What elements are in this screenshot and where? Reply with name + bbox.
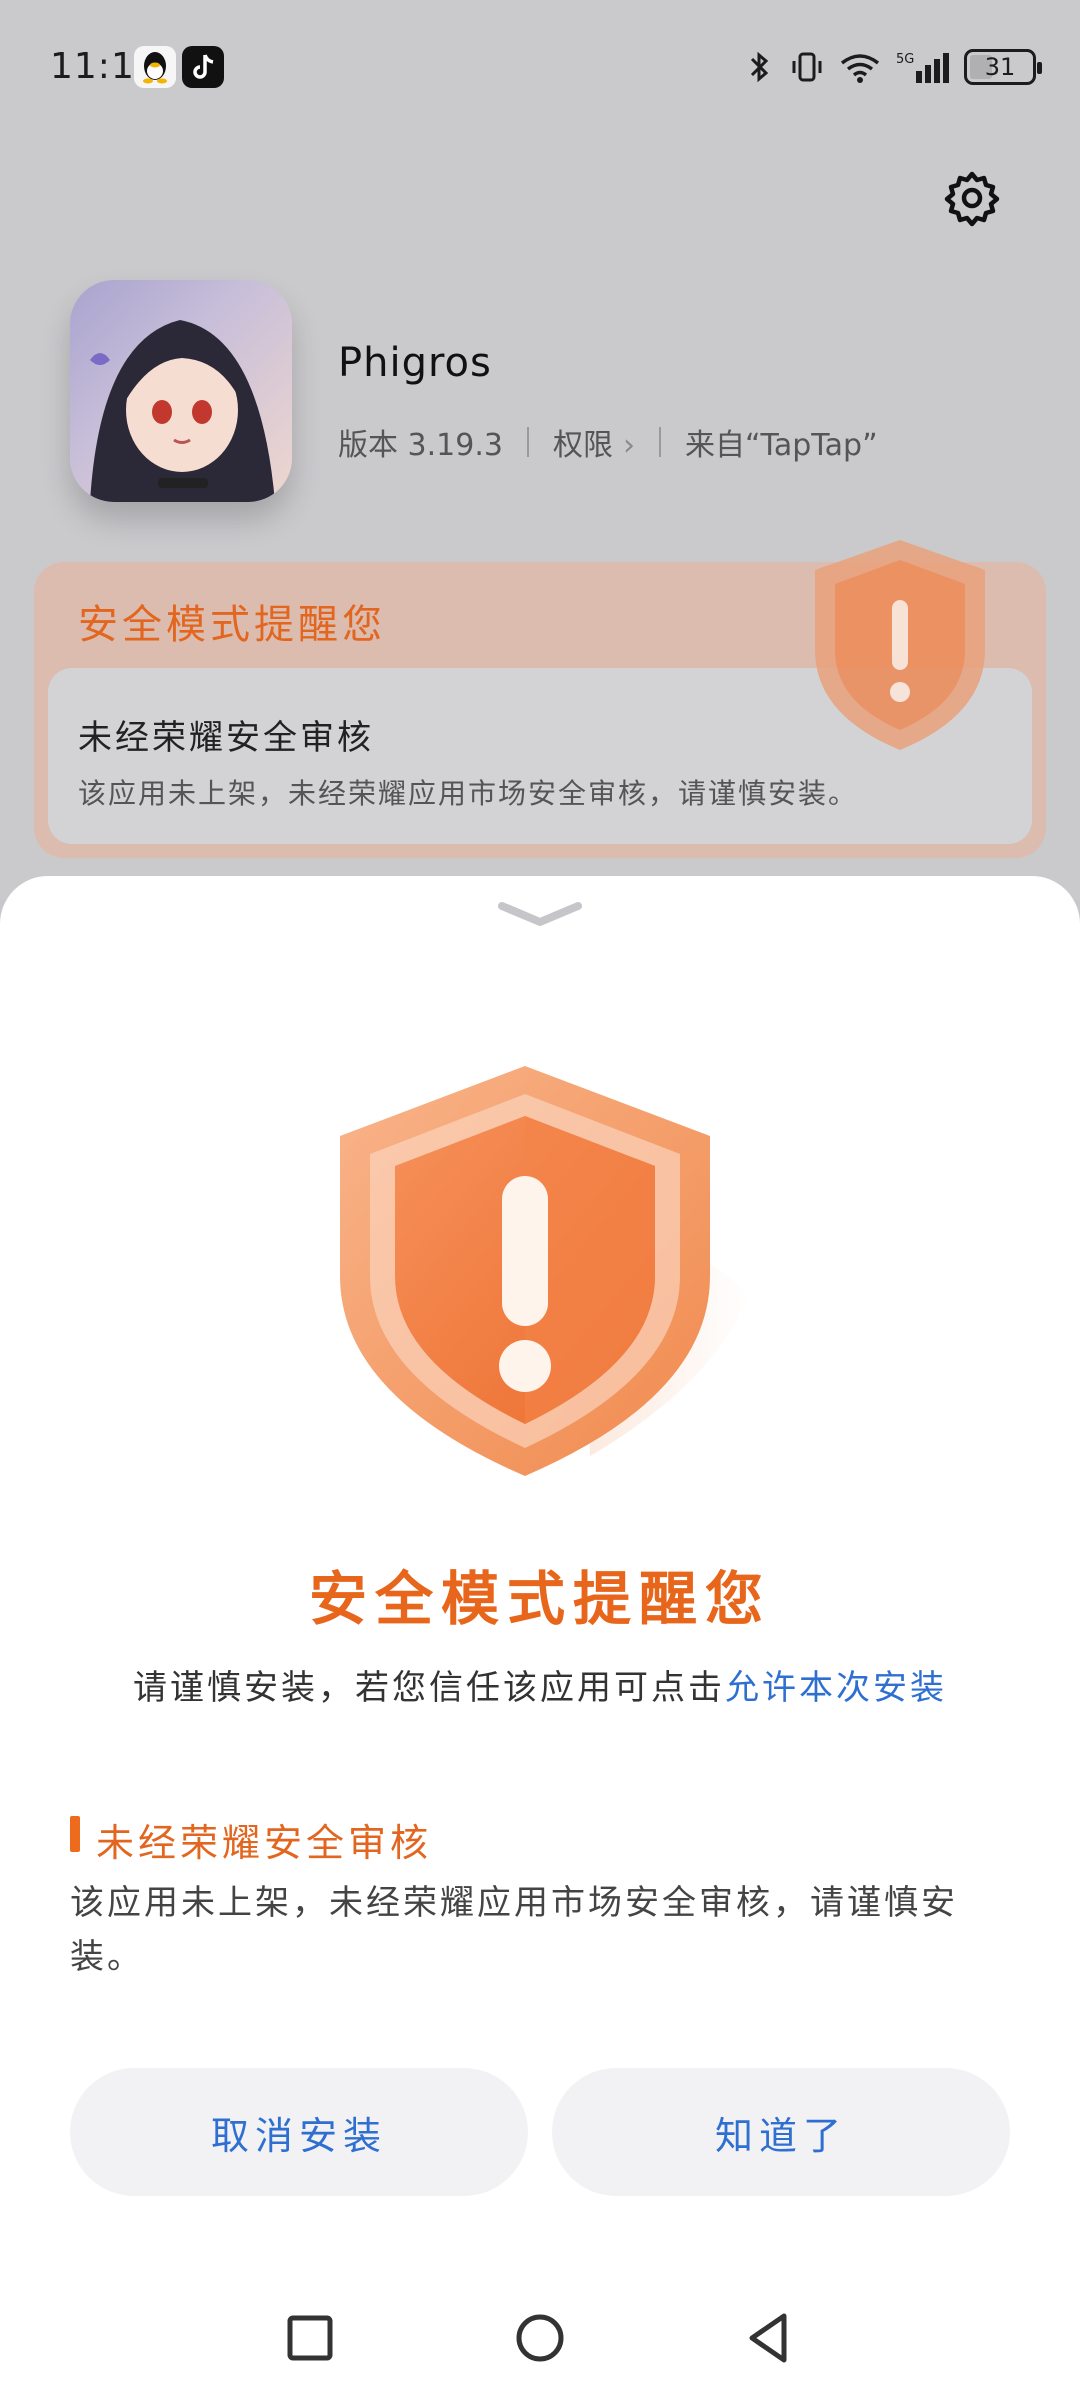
svg-text:5G: 5G <box>896 52 914 67</box>
app-source: 来自“TapTap” <box>684 428 878 463</box>
navigation-bar <box>0 2306 1080 2387</box>
warning-detail-desc: 该应用未上架，未经荣耀应用市场安全审核，请谨慎安装。 <box>78 777 859 810</box>
wifi-icon <box>840 54 880 83</box>
bluetooth-icon <box>750 51 769 83</box>
app-name: Phigros <box>338 340 492 386</box>
warning-detail-title: 未经荣耀安全审核 <box>78 718 374 758</box>
settings-gear-icon[interactable] <box>942 168 1002 228</box>
sheet-title: 安全模式提醒您 <box>308 1565 771 1633</box>
cancel-install-button[interactable]: 取消安装 <box>70 2068 528 2196</box>
home-icon[interactable] <box>508 2306 572 2370</box>
app-version: 版本 3.19.3 <box>338 428 503 463</box>
recent-apps-icon[interactable] <box>278 2306 342 2370</box>
sheet-subtitle: 请谨慎安装，若您信任该应用可点击允许本次安装 <box>0 1660 1080 1709</box>
status-bar: 11:18 5G 31 <box>0 0 1080 140</box>
chevron-right-icon: › <box>622 428 635 463</box>
back-icon[interactable] <box>738 2306 802 2370</box>
vibrate-icon <box>792 52 822 82</box>
tiktok-icon <box>182 46 224 88</box>
safety-bottom-sheet: 安全模式提醒您 请谨慎安装，若您信任该应用可点击允许本次安装 未经荣耀安全审核 … <box>0 876 1080 2387</box>
permissions-label: 权限 <box>552 428 613 463</box>
divider <box>526 427 529 457</box>
warning-card-title: 安全模式提醒您 <box>78 602 386 648</box>
reason-title: 未经荣耀安全审核 <box>96 1821 433 1865</box>
battery-indicator: 31 <box>964 49 1042 85</box>
collapse-handle-icon[interactable] <box>496 898 584 928</box>
allow-install-link[interactable]: 允许本次安装 <box>725 1668 947 1708</box>
app-info-page: 11:18 5G 31 Phigros 版本 3.19.3 权限 › 来自“Ta… <box>0 0 1080 900</box>
shield-warning-icon <box>340 1066 750 1476</box>
shield-warning-icon <box>815 540 985 750</box>
app-meta: 版本 3.19.3 权限 › 来自“TapTap” <box>338 420 878 464</box>
got-it-button[interactable]: 知道了 <box>552 2068 1010 2196</box>
app-icon <box>70 280 292 502</box>
reason-description: 该应用未上架，未经荣耀应用市场安全审核，请谨慎安装。 <box>70 1883 958 1977</box>
subtitle-text: 请谨慎安装，若您信任该应用可点击 <box>133 1668 725 1708</box>
permissions-link[interactable]: 权限 › <box>553 420 635 464</box>
status-indicators: 5G 31 <box>742 46 1042 88</box>
divider <box>658 427 661 457</box>
qq-icon <box>134 46 176 88</box>
5g-signal-icon: 5G <box>896 52 949 83</box>
battery-fill <box>970 55 992 79</box>
